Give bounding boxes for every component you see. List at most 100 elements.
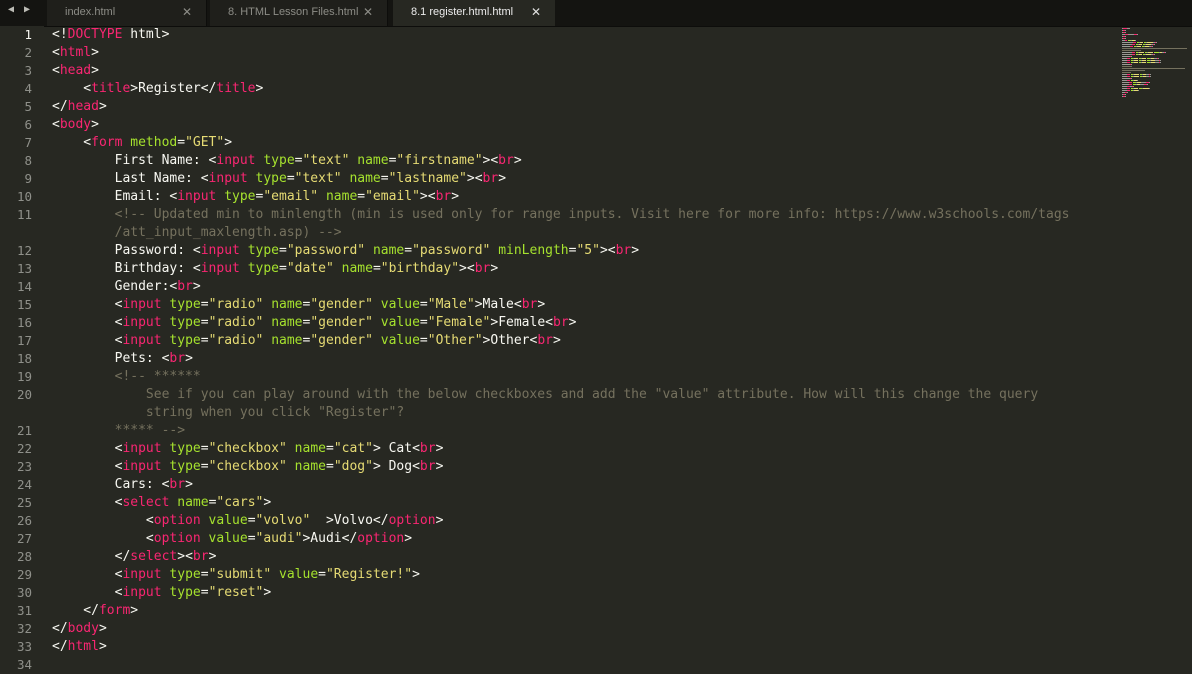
- code-line[interactable]: 18 Pets: <br>: [0, 350, 1112, 368]
- minimap-stroke: [1122, 78, 1130, 79]
- code-line[interactable]: 6 <body>: [0, 116, 1112, 134]
- code-token: =: [325, 441, 334, 456]
- code-editor[interactable]: 1 <!DOCTYPE html> 2 <html> 3 <head> 4 <title>R…: [0, 26, 1112, 674]
- minimap[interactable]: [1122, 26, 1192, 106]
- code-line[interactable]: 29 <input type="submit" value="Register!…: [0, 566, 1112, 584]
- code-token: input: [216, 153, 256, 168]
- code-token: "dog": [333, 459, 373, 474]
- code-token: >Male<: [474, 297, 522, 312]
- minimap-stroke: [1132, 54, 1135, 55]
- code-token: <: [52, 135, 92, 150]
- code-line[interactable]: 3 <head>: [0, 62, 1112, 80]
- code-line[interactable]: 28 </select><br>: [0, 548, 1112, 566]
- code-text: See if you can play around with the belo…: [52, 386, 1038, 404]
- minimap-stroke: [1149, 88, 1150, 89]
- minimap-stroke: [1129, 84, 1132, 85]
- code-line[interactable]: 21 ***** -->: [0, 422, 1112, 440]
- code-token: >: [404, 531, 413, 546]
- line-number: 26: [16, 513, 32, 528]
- tab-index-html[interactable]: index.html ✕: [47, 0, 207, 26]
- close-icon[interactable]: ✕: [531, 0, 541, 24]
- code-line[interactable]: 33 </html>: [0, 638, 1112, 656]
- code-line[interactable]: 14 Gender:<br>: [0, 278, 1112, 296]
- code-line[interactable]: 8 First Name: <input type="text" name="f…: [0, 152, 1112, 170]
- code-token: >: [568, 315, 577, 330]
- code-line[interactable]: 16 <input type="radio" name="gender" val…: [0, 314, 1112, 332]
- code-line[interactable]: 32 </body>: [0, 620, 1112, 638]
- code-line[interactable]: 15 <input type="radio" name="gender" val…: [0, 296, 1112, 314]
- code-line[interactable]: 26 <option value="volvo" >Volvo</option>: [0, 512, 1112, 530]
- code-token: >Audi</: [302, 531, 358, 546]
- code-line[interactable]: 22 <input type="checkbox" name="cat"> Ca…: [0, 440, 1112, 458]
- code-token: "reset": [208, 585, 264, 600]
- tab-register-html[interactable]: 8.1 register.html.html ✕: [393, 0, 555, 26]
- close-icon[interactable]: ✕: [363, 0, 373, 24]
- code-token: <: [466, 261, 475, 276]
- line-number: 6: [24, 117, 32, 132]
- minimap-stroke: [1149, 82, 1150, 83]
- minimap-stroke: [1137, 80, 1138, 81]
- code-token: "password": [412, 243, 491, 258]
- code-token: br: [192, 549, 209, 564]
- close-icon[interactable]: ✕: [182, 0, 192, 24]
- code-line[interactable]: 24 Cars: <br>: [0, 476, 1112, 494]
- code-line[interactable]: 9 Last Name: <input type="text" name="la…: [0, 170, 1112, 188]
- code-token: name: [271, 297, 303, 312]
- minimap-stroke: [1127, 60, 1130, 61]
- line-number: 15: [16, 297, 32, 312]
- line-number: 9: [24, 171, 32, 186]
- code-text: <title>Register</title>: [52, 80, 263, 98]
- code-token: value: [380, 333, 420, 348]
- code-line[interactable]: 10 Email: <input type="email" name="emai…: [0, 188, 1112, 206]
- code-text: Pets: <br>: [52, 350, 193, 368]
- code-token: "cars": [216, 495, 264, 510]
- code-token: option: [388, 513, 436, 528]
- minimap-stroke: [1152, 46, 1153, 47]
- code-line[interactable]: 11 <!-- Updated min to minlength (min is…: [0, 206, 1112, 224]
- code-line[interactable]: 5 </head>: [0, 98, 1112, 116]
- code-line[interactable]: 23 <input type="checkbox" name="dog"> Do…: [0, 458, 1112, 476]
- tab-html-lesson-files[interactable]: 8. HTML Lesson Files.html ✕: [210, 0, 388, 26]
- code-line[interactable]: 19 <!-- ******: [0, 368, 1112, 386]
- code-line[interactable]: 20 See if you can play around with the b…: [0, 386, 1112, 404]
- code-token: option: [357, 531, 405, 546]
- minimap-stroke: [1127, 88, 1130, 89]
- code-token: =: [380, 171, 389, 186]
- code-line[interactable]: /att_input_maxlength.asp) -->: [0, 224, 1112, 242]
- code-token: "birthday": [380, 261, 460, 276]
- code-line[interactable]: 17 <input type="radio" name="gender" val…: [0, 332, 1112, 350]
- code-token: =: [200, 567, 209, 582]
- code-token: >: [255, 81, 264, 96]
- code-line[interactable]: 2 <html>: [0, 44, 1112, 62]
- code-token: >: [177, 549, 186, 564]
- code-token: Gender:<: [52, 279, 178, 294]
- code-text: <input type="checkbox" name="cat"> Cat<b…: [52, 440, 444, 458]
- code-token: name: [271, 315, 303, 330]
- code-token: =: [372, 261, 381, 276]
- code-line[interactable]: 1 <!DOCTYPE html>: [0, 26, 1112, 44]
- code-line[interactable]: 27 <option value="audi">Audi</option>: [0, 530, 1112, 548]
- minimap-stroke: [1147, 84, 1148, 85]
- code-line[interactable]: string when you click "Register"?: [0, 404, 1112, 422]
- code-line[interactable]: 34: [0, 656, 1112, 674]
- code-line[interactable]: 31 </form>: [0, 602, 1112, 620]
- code-token: </: [52, 621, 68, 636]
- code-line[interactable]: 13 Birthday: <input type="date" name="bi…: [0, 260, 1112, 278]
- code-line[interactable]: 25 <select name="cars">: [0, 494, 1112, 512]
- minimap-stroke: [1122, 56, 1130, 57]
- minimap-stroke: [1134, 74, 1139, 75]
- minimap-stroke: [1127, 28, 1130, 29]
- code-line[interactable]: 7 <form method="GET">: [0, 134, 1112, 152]
- code-line[interactable]: 4 <title>Register</title>: [0, 80, 1112, 98]
- code-line[interactable]: 30 <input type="reset">: [0, 584, 1112, 602]
- code-token: "lastname": [388, 171, 467, 186]
- code-line[interactable]: 12 Password: <input type="password" name…: [0, 242, 1112, 260]
- line-number: 12: [16, 243, 32, 258]
- tab-nav-arrows-icon[interactable]: ◀ ▶: [8, 4, 32, 15]
- minimap-stroke: [1154, 44, 1155, 45]
